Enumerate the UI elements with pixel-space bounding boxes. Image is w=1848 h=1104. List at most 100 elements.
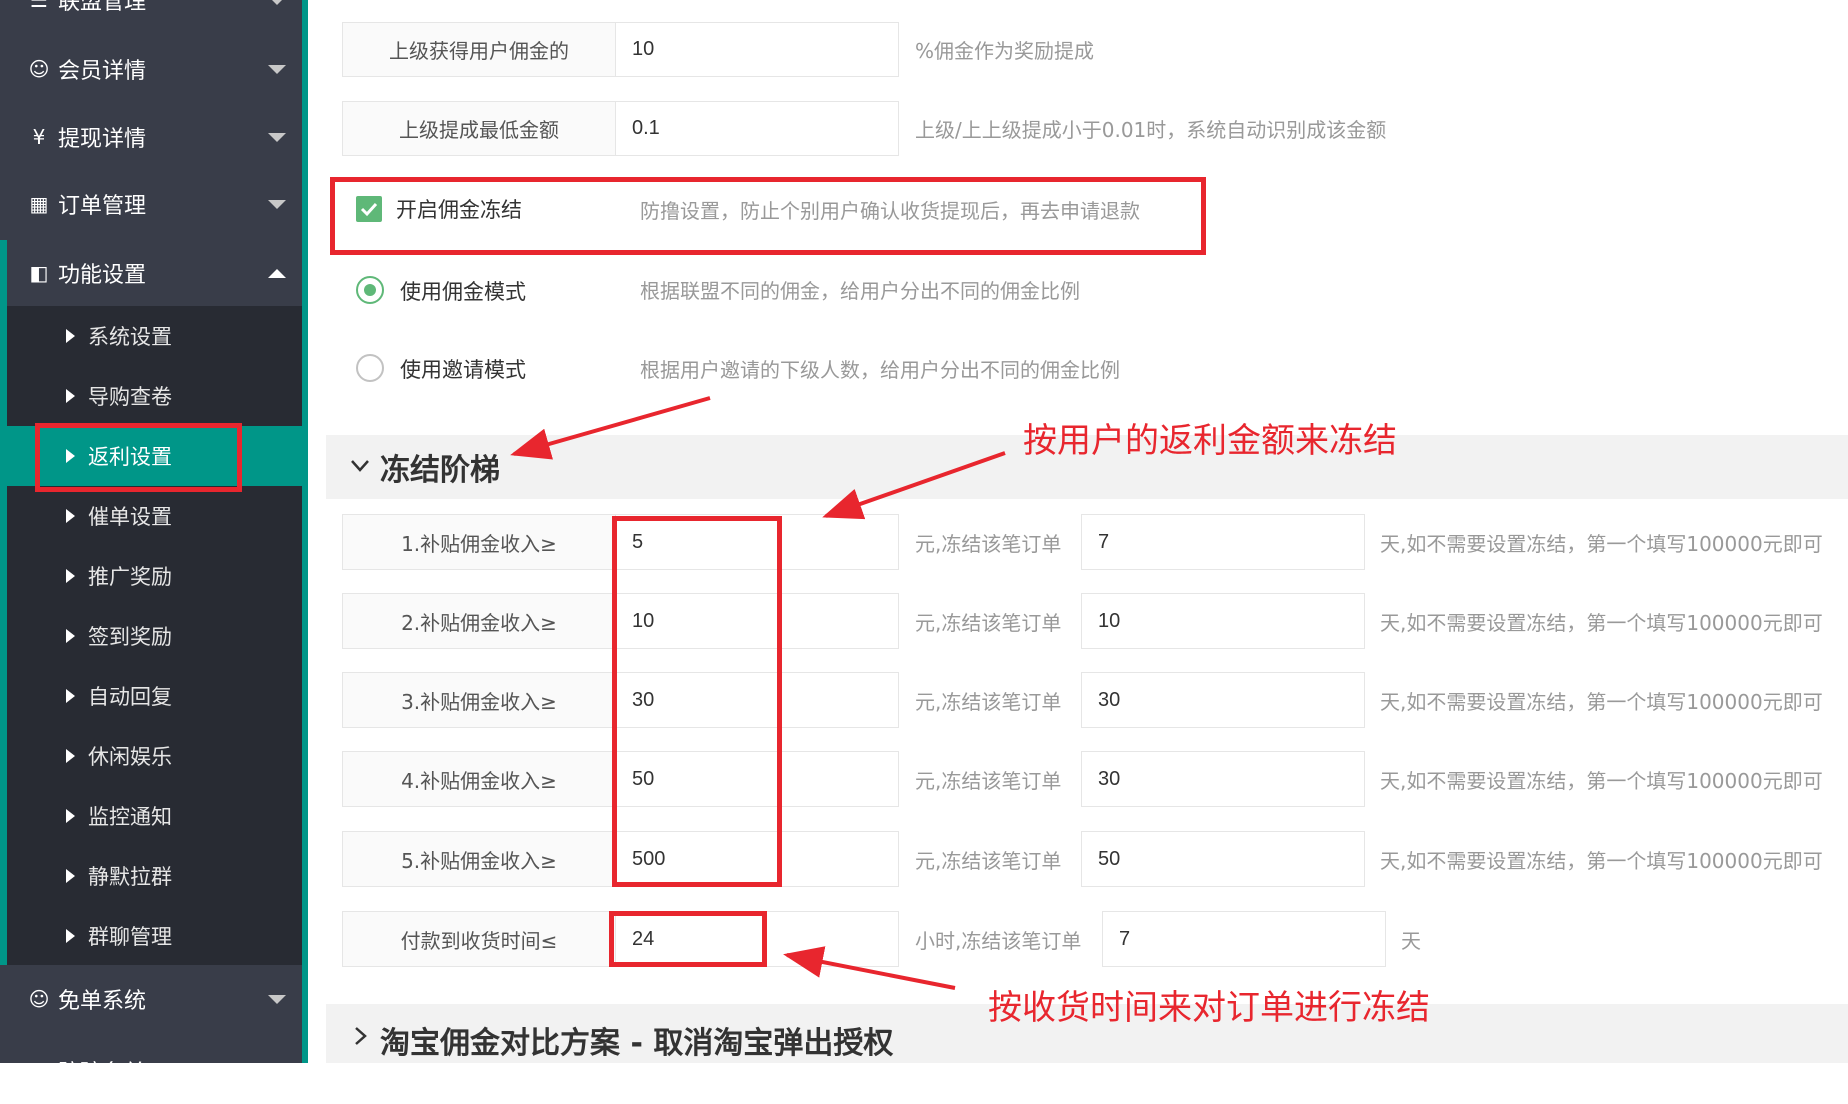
nav-item-member[interactable]: ☺ 会员详情 xyxy=(0,36,302,102)
tier-days-input[interactable]: 7 xyxy=(1081,514,1365,570)
tier-mid-text: 元,冻结该笔订单 xyxy=(915,610,1062,635)
user-icon: ☺ xyxy=(28,57,50,81)
tier-label: 4.补贴佣金收入≥ xyxy=(342,751,616,807)
tier-tail-text: 天,如不需要设置冻结，第一个填写100000元即可 xyxy=(1380,610,1823,635)
radio-dot-icon xyxy=(364,284,376,296)
caret-right-icon xyxy=(66,809,75,823)
sidebar: ☰ 联盟管理 ☺ 会员详情 ¥ 提现详情 ▦ 订单管理 ◧ 功能设置 系统设置 … xyxy=(0,0,302,1086)
sub-label: 催单设置 xyxy=(88,505,172,529)
sub-label: 系统设置 xyxy=(88,325,172,349)
freeze-section-title: 冻结阶梯 xyxy=(380,453,500,488)
receipt-days-input[interactable]: 7 xyxy=(1102,911,1386,967)
sidebar-item-silent-group[interactable]: 静默拉群 xyxy=(7,846,302,906)
chevron-down-icon xyxy=(268,995,286,1004)
sidebar-item-guide[interactable]: 导购查卷 xyxy=(7,366,302,426)
caret-right-icon xyxy=(66,629,75,643)
caret-right-icon xyxy=(66,389,75,403)
nav-label: 会员详情 xyxy=(58,59,147,84)
tier-label: 3.补贴佣金收入≥ xyxy=(342,672,616,728)
receipt-tail-text: 天 xyxy=(1401,928,1421,953)
tier-tail-text: 天,如不需要设置冻结，第一个填写100000元即可 xyxy=(1380,768,1823,793)
sub-label: 导购查卷 xyxy=(88,385,172,409)
tier-label: 2.补贴佣金收入≥ xyxy=(342,593,616,649)
sidebar-item-monitor[interactable]: 监控通知 xyxy=(7,786,302,846)
upline-min-suffix: 上级/上上级提成小于0.01时，系统自动识别成该金额 xyxy=(915,118,1387,142)
tier-days-input[interactable]: 30 xyxy=(1081,672,1365,728)
tier-mid-text: 元,冻结该笔订单 xyxy=(915,848,1062,873)
tier-mid-text: 元,冻结该笔订单 xyxy=(915,768,1062,793)
sidebar-item-leisure[interactable]: 休闲娱乐 xyxy=(7,726,302,786)
chevron-down-icon xyxy=(268,65,286,74)
sidebar-item-promo[interactable]: 推广奖励 xyxy=(7,546,302,606)
commission-mode-radio[interactable] xyxy=(356,276,384,304)
chevron-up-icon xyxy=(268,269,286,278)
nav-item-alliance[interactable]: ☰ 联盟管理 xyxy=(0,0,302,33)
invite-mode-tip: 根据用户邀请的下级人数，给用户分出不同的佣金比例 xyxy=(640,358,1120,382)
upline-commission-input[interactable]: 10 xyxy=(615,22,899,77)
taobao-section-title: 淘宝佣金对比方案 - 取消淘宝弹出授权 xyxy=(380,1026,894,1061)
upline-min-input[interactable]: 0.1 xyxy=(615,101,899,156)
nav-item-orders[interactable]: ▦ 订单管理 xyxy=(0,171,302,237)
sidebar-item-autoreply[interactable]: 自动回复 xyxy=(7,666,302,726)
nav-label: 订单管理 xyxy=(58,194,147,219)
sub-label: 自动回复 xyxy=(88,685,172,709)
upline-commission-label: 上级获得用户佣金的 xyxy=(342,22,616,77)
highlight-receipt-hours xyxy=(609,911,767,967)
highlight-freeze-toggle xyxy=(330,177,1206,255)
sidebar-item-system[interactable]: 系统设置 xyxy=(7,306,302,366)
sub-label: 监控通知 xyxy=(88,805,172,829)
tier-label: 5.补贴佣金收入≥ xyxy=(342,831,616,887)
caret-right-icon xyxy=(66,749,75,763)
nav-item-withdraw[interactable]: ¥ 提现详情 xyxy=(0,104,302,170)
receipt-mid-text: 小时,冻结该笔订单 xyxy=(915,928,1082,953)
caret-right-icon xyxy=(66,929,75,943)
grid-icon: ▦ xyxy=(29,192,49,216)
nav-item-blacklist[interactable]: ◈ 防骗名单 xyxy=(0,1038,302,1104)
nav-item-settings[interactable]: ◧ 功能设置 xyxy=(7,240,302,306)
nav-item-free-order[interactable]: ☺ 免单系统 xyxy=(0,966,302,1032)
active-group-indicator xyxy=(0,240,7,965)
sub-label: 签到奖励 xyxy=(88,625,172,649)
tier-days-input[interactable]: 50 xyxy=(1081,831,1365,887)
list-icon: ☰ xyxy=(30,0,48,12)
sub-label: 休闲娱乐 xyxy=(88,745,172,769)
annotation-amount-note: 按用户的返利金额来冻结 xyxy=(1023,421,1397,461)
smile-icon: ☺ xyxy=(28,987,50,1011)
nav-label: 免单系统 xyxy=(58,989,147,1014)
sidebar-item-reminder[interactable]: 催单设置 xyxy=(7,486,302,546)
tier-days-input[interactable]: 10 xyxy=(1081,593,1365,649)
sidebar-item-group-chat[interactable]: 群聊管理 xyxy=(7,906,302,966)
tier-tail-text: 天,如不需要设置冻结，第一个填写100000元即可 xyxy=(1380,531,1823,556)
tier-mid-text: 元,冻结该笔订单 xyxy=(915,531,1062,556)
chevron-right-icon xyxy=(355,1027,367,1045)
tier-tail-text: 天,如不需要设置冻结，第一个填写100000元即可 xyxy=(1380,689,1823,714)
caret-right-icon xyxy=(66,509,75,523)
tier-tail-text: 天,如不需要设置冻结，第一个填写100000元即可 xyxy=(1380,848,1823,873)
annotation-time-note: 按收货时间来对订单进行冻结 xyxy=(988,988,1430,1028)
highlight-rebate-menu xyxy=(35,423,242,492)
upline-commission-suffix: %佣金作为奖励提成 xyxy=(915,39,1095,63)
invite-mode-radio[interactable] xyxy=(356,354,384,382)
commission-mode-tip: 根据联盟不同的佣金，给用户分出不同的佣金比例 xyxy=(640,279,1080,303)
chevron-down-icon xyxy=(351,460,369,472)
tier-days-input[interactable]: 30 xyxy=(1081,751,1365,807)
nav-label: 联盟管理 xyxy=(58,0,147,15)
caret-right-icon xyxy=(66,689,75,703)
chevron-down-icon xyxy=(268,200,286,209)
caret-right-icon xyxy=(66,869,75,883)
upline-min-label: 上级提成最低金额 xyxy=(342,101,616,156)
sub-label: 群聊管理 xyxy=(88,925,172,949)
highlight-tier-amounts xyxy=(612,516,782,887)
caret-right-icon xyxy=(66,569,75,583)
caret-right-icon xyxy=(66,329,75,343)
main-content: 上级获得用户佣金的 10 %佣金作为奖励提成 上级提成最低金额 0.1 上级/上… xyxy=(308,0,1848,1063)
yen-icon: ¥ xyxy=(32,125,46,149)
commission-mode-label: 使用佣金模式 xyxy=(400,280,526,304)
tier-label: 1.补贴佣金收入≥ xyxy=(342,514,616,570)
sub-label: 推广奖励 xyxy=(88,565,172,589)
nav-label: 功能设置 xyxy=(58,263,147,288)
receipt-time-label: 付款到收货时间≤ xyxy=(342,911,616,967)
sidebar-item-checkin[interactable]: 签到奖励 xyxy=(7,606,302,666)
nav-label: 防骗名单 xyxy=(58,1061,147,1086)
apps-icon: ◧ xyxy=(29,261,49,285)
